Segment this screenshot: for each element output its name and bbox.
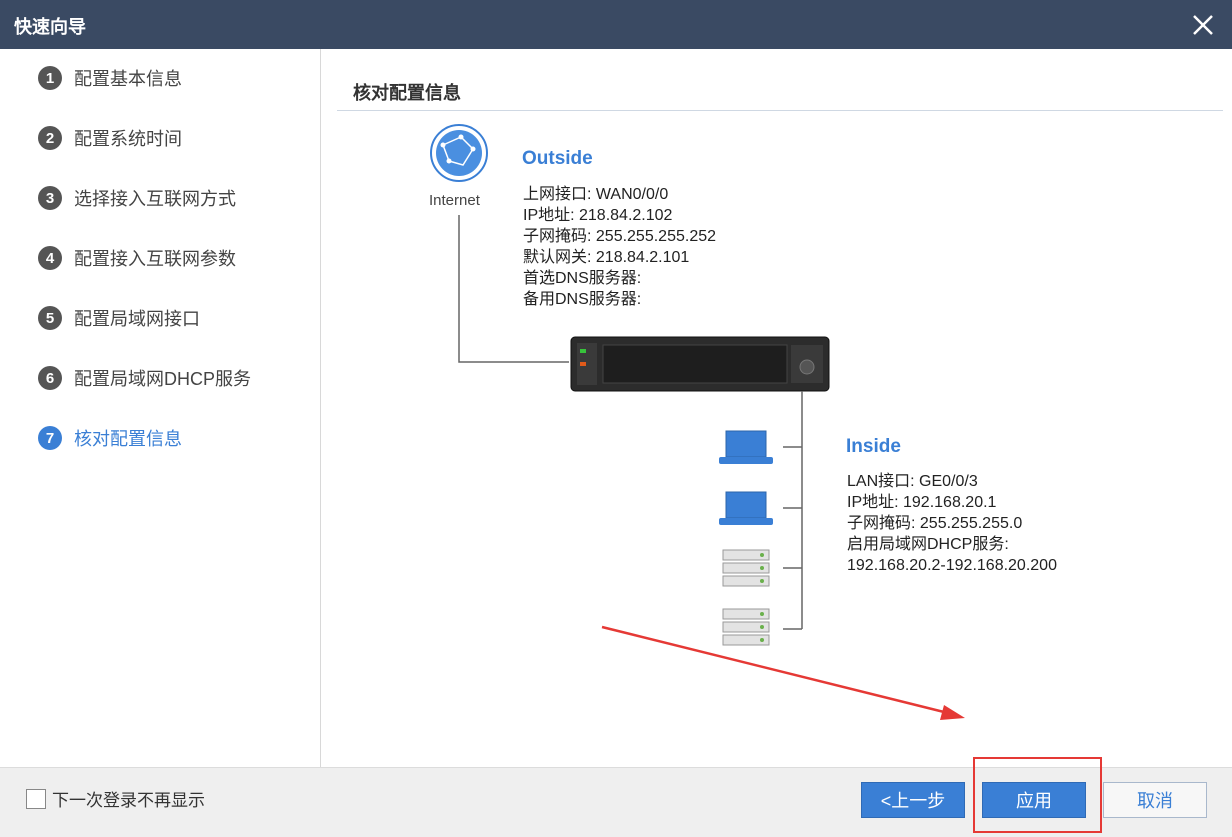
globe-icon — [430, 124, 488, 182]
inside-ip: IP地址: 192.168.20.1 — [847, 494, 997, 511]
step-3[interactable]: 3 选择接入互联网方式 — [38, 184, 236, 212]
step-number: 5 — [38, 306, 62, 330]
outside-info: 上网接口: WAN0/0/0 IP地址: 218.84.2.102 子网掩码: … — [523, 184, 716, 310]
inside-dhcp-label: 启用局域网DHCP服务: — [847, 536, 1009, 553]
wizard-steps-sidebar: 1 配置基本信息 2 配置系统时间 3 选择接入互联网方式 4 配置接入互联网参… — [0, 49, 321, 767]
prev-step-button[interactable]: <上一步 — [861, 782, 965, 818]
title-bar: 快速向导 — [0, 0, 1232, 49]
close-icon[interactable] — [1188, 10, 1218, 40]
outside-secondary-dns: 备用DNS服务器: — [523, 291, 642, 308]
step-label: 配置接入互联网参数 — [74, 249, 236, 269]
server-icon — [722, 549, 770, 587]
step-label: 配置局域网接口 — [74, 309, 200, 329]
step-number: 2 — [38, 126, 62, 150]
step-label: 选择接入互联网方式 — [74, 189, 236, 209]
laptop-icon — [719, 430, 773, 464]
router-device-icon — [570, 336, 830, 392]
step-label: 配置局域网DHCP服务 — [74, 369, 252, 389]
checkbox-box[interactable] — [26, 788, 46, 809]
inside-heading: Inside — [846, 436, 901, 457]
internet-label: Internet — [429, 192, 480, 209]
step-label: 配置基本信息 — [74, 69, 182, 89]
step-2[interactable]: 2 配置系统时间 — [38, 124, 182, 152]
outside-mask: 子网掩码: 255.255.255.252 — [523, 228, 717, 245]
outside-gateway: 默认网关: 218.84.2.101 — [523, 249, 690, 266]
outside-primary-dns: 首选DNS服务器: — [523, 270, 642, 287]
step-6[interactable]: 6 配置局域网DHCP服务 — [38, 364, 251, 392]
laptop-icon — [719, 491, 773, 525]
outside-ip: IP地址: 218.84.2.102 — [523, 207, 673, 224]
inside-mask: 子网掩码: 255.255.255.0 — [847, 515, 1023, 532]
step-number: 4 — [38, 246, 62, 270]
dont-show-again-checkbox[interactable]: 下一次登录不再显示 — [26, 786, 205, 811]
network-topology-diagram: Outside Inside — [430, 124, 901, 646]
inside-lan-interface: LAN接口: GE0/0/3 — [847, 473, 978, 490]
step-4[interactable]: 4 配置接入互联网参数 — [38, 244, 236, 272]
server-icon — [722, 608, 770, 646]
window-title: 快速向导 — [14, 17, 86, 37]
step-label: 核对配置信息 — [74, 429, 182, 449]
step-5[interactable]: 5 配置局域网接口 — [38, 304, 200, 332]
main-panel: 核对配置信息 Outside Inside Internet 上网接口: WAN… — [321, 49, 1232, 767]
step-number: 7 — [38, 426, 62, 450]
step-number: 3 — [38, 186, 62, 210]
outside-heading: Outside — [522, 148, 593, 169]
dialog-footer: 下一次登录不再显示 <上一步 应用 取消 — [0, 767, 1232, 837]
checkbox-label: 下一次登录不再显示 — [52, 791, 205, 810]
inside-info: LAN接口: GE0/0/3 IP地址: 192.168.20.1 子网掩码: … — [847, 471, 1057, 576]
step-number: 1 — [38, 66, 62, 90]
apply-button[interactable]: 应用 — [982, 782, 1086, 818]
step-1[interactable]: 1 配置基本信息 — [38, 64, 182, 92]
step-7[interactable]: 7 核对配置信息 — [38, 424, 182, 452]
cancel-button[interactable]: 取消 — [1103, 782, 1207, 818]
step-number: 6 — [38, 366, 62, 390]
inside-dhcp-range: 192.168.20.2-192.168.20.200 — [847, 557, 1057, 574]
step-label: 配置系统时间 — [74, 129, 182, 149]
outside-wan-interface: 上网接口: WAN0/0/0 — [523, 186, 669, 203]
